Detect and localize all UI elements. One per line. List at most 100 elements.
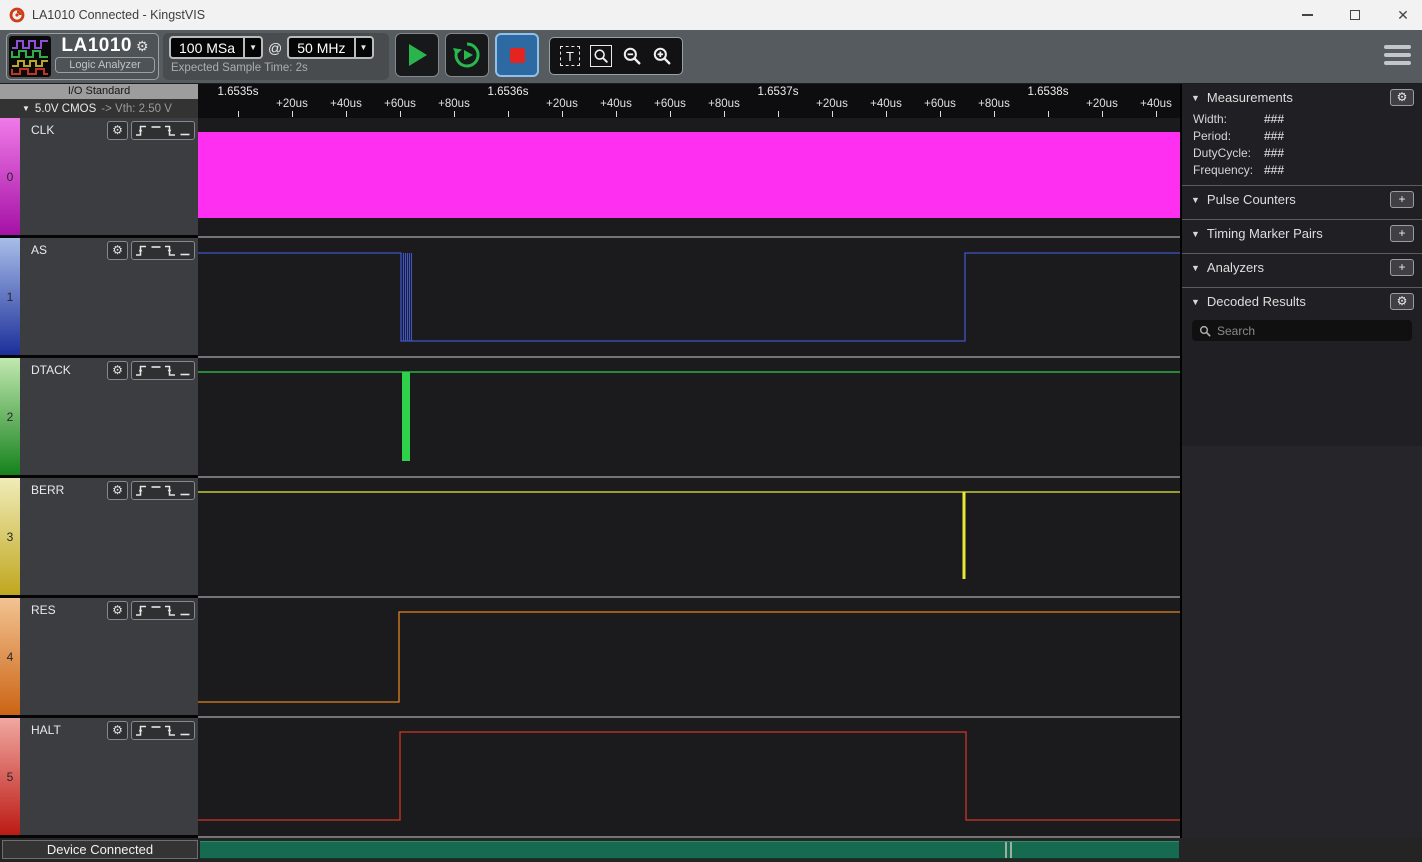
- timeline-label: +20us: [1086, 98, 1118, 110]
- close-button[interactable]: ✕: [1386, 0, 1420, 30]
- channel-settings-gear-icon[interactable]: ⚙: [107, 721, 128, 740]
- channel-settings-gear-icon[interactable]: ⚙: [107, 601, 128, 620]
- channel-header[interactable]: 4 RES ⚙: [0, 598, 198, 718]
- channel-name[interactable]: AS: [31, 243, 47, 257]
- timeline-label: +40us: [1140, 98, 1172, 110]
- decoded-results-header[interactable]: ▼ Decoded Results ⚙: [1182, 288, 1422, 314]
- collapse-triangle-icon[interactable]: ▼: [22, 104, 30, 113]
- maximize-button[interactable]: [1338, 0, 1372, 30]
- loop-play-icon: [452, 40, 482, 70]
- analyzers-header[interactable]: ▼ Analyzers +: [1182, 254, 1422, 280]
- collapse-triangle-icon[interactable]: ▼: [1191, 195, 1200, 205]
- waveform-row-berr[interactable]: [198, 478, 1180, 598]
- decoded-results-list[interactable]: [1182, 446, 1422, 838]
- zoom-in-icon[interactable]: [652, 46, 672, 66]
- stop-capture-button[interactable]: [495, 33, 539, 77]
- trigger-falling-edge-icon[interactable]: [164, 604, 176, 617]
- io-standard-header[interactable]: I/O Standard ▼ 5.0V CMOS -> Vth: 2.50 V: [0, 84, 198, 118]
- collapse-triangle-icon[interactable]: ▼: [1191, 93, 1200, 103]
- add-analyzer-button[interactable]: +: [1390, 259, 1414, 276]
- trigger-high-level-icon[interactable]: [150, 244, 162, 257]
- side-panel: ▼ Measurements ⚙ Width: ### Period: ### …: [1180, 84, 1422, 838]
- trigger-rising-edge-icon[interactable]: [135, 484, 147, 497]
- waveform-row-res[interactable]: [198, 598, 1180, 718]
- collapse-triangle-icon[interactable]: ▼: [1191, 263, 1200, 273]
- device-mode-label[interactable]: Logic Analyzer: [55, 57, 155, 73]
- waveform-row-dtack[interactable]: [198, 358, 1180, 478]
- capture-overview-bar[interactable]: [200, 841, 1179, 859]
- measurements-settings-button[interactable]: ⚙: [1390, 89, 1414, 106]
- trigger-high-level-icon[interactable]: [150, 604, 162, 617]
- minimize-button[interactable]: [1290, 0, 1324, 30]
- measurement-row: Width: ###: [1182, 110, 1422, 127]
- trigger-rising-edge-icon[interactable]: [135, 724, 147, 737]
- chevron-down-icon[interactable]: ▼: [354, 38, 372, 57]
- trigger-falling-edge-icon[interactable]: [164, 724, 176, 737]
- status-bar: Device Connected: [0, 838, 1422, 862]
- search-input[interactable]: [1217, 324, 1387, 338]
- sample-settings-group: 100 MSa ▼ @ 50 MHz ▼ Expected Sample Tim…: [163, 33, 389, 80]
- chevron-down-icon[interactable]: ▼: [243, 38, 261, 57]
- zoom-selection-tool[interactable]: [590, 45, 612, 67]
- trigger-low-level-icon[interactable]: [179, 604, 191, 617]
- channel-name[interactable]: HALT: [31, 723, 61, 737]
- loop-capture-button[interactable]: [445, 33, 489, 77]
- channel-header[interactable]: 3 BERR ⚙: [0, 478, 198, 598]
- trigger-rising-edge-icon[interactable]: [135, 604, 147, 617]
- device-name: LA1010: [61, 35, 132, 57]
- zoom-out-icon[interactable]: [622, 46, 642, 66]
- waveform-row-as[interactable]: [198, 238, 1180, 358]
- measurements-header[interactable]: ▼ Measurements ⚙: [1182, 84, 1422, 110]
- waveform-trace: [198, 598, 1180, 716]
- io-standard-value[interactable]: 5.0V CMOS: [35, 103, 96, 115]
- sample-rate-select[interactable]: 50 MHz ▼: [287, 36, 373, 59]
- trigger-falling-edge-icon[interactable]: [164, 484, 176, 497]
- collapse-triangle-icon[interactable]: ▼: [1191, 229, 1200, 239]
- trigger-falling-edge-icon[interactable]: [164, 244, 176, 257]
- add-pulse-counter-button[interactable]: +: [1390, 191, 1414, 208]
- channel-name[interactable]: DTACK: [31, 363, 71, 377]
- trigger-low-level-icon[interactable]: [179, 484, 191, 497]
- trigger-low-level-icon[interactable]: [179, 724, 191, 737]
- main-area: I/O Standard ▼ 5.0V CMOS -> Vth: 2.50 V …: [0, 84, 1422, 838]
- channel-settings-gear-icon[interactable]: ⚙: [107, 481, 128, 500]
- channel-name[interactable]: BERR: [31, 483, 64, 497]
- trigger-low-level-icon[interactable]: [179, 244, 191, 257]
- pulse-counters-header[interactable]: ▼ Pulse Counters +: [1182, 186, 1422, 212]
- trigger-high-level-icon[interactable]: [150, 364, 162, 377]
- time-ruler[interactable]: 1.6535s+20us+40us+60us+80us1.6536s+20us+…: [198, 84, 1180, 118]
- trigger-falling-edge-icon[interactable]: [164, 124, 176, 137]
- menu-button[interactable]: [1384, 45, 1411, 69]
- channel-header[interactable]: 2 DTACK ⚙: [0, 358, 198, 478]
- channel-header[interactable]: 5 HALT ⚙: [0, 718, 198, 838]
- timing-marker-pairs-header[interactable]: ▼ Timing Marker Pairs +: [1182, 220, 1422, 246]
- channel-name[interactable]: CLK: [31, 123, 54, 137]
- trigger-low-level-icon[interactable]: [179, 124, 191, 137]
- channel-settings-gear-icon[interactable]: ⚙: [107, 241, 128, 260]
- channel-header[interactable]: 0 CLK ⚙: [0, 118, 198, 238]
- trigger-high-level-icon[interactable]: [150, 124, 162, 137]
- trigger-rising-edge-icon[interactable]: [135, 364, 147, 377]
- waveform-row-clk[interactable]: [198, 118, 1180, 238]
- start-capture-button[interactable]: [395, 33, 439, 77]
- trigger-rising-edge-icon[interactable]: [135, 244, 147, 257]
- collapse-triangle-icon[interactable]: ▼: [1191, 297, 1200, 307]
- text-annotation-tool[interactable]: T: [560, 46, 580, 66]
- trigger-high-level-icon[interactable]: [150, 724, 162, 737]
- channel-header[interactable]: 1 AS ⚙: [0, 238, 198, 358]
- channel-settings-gear-icon[interactable]: ⚙: [107, 361, 128, 380]
- waveform-row-halt[interactable]: [198, 718, 1180, 838]
- decoded-results-settings-button[interactable]: ⚙: [1390, 293, 1414, 310]
- trigger-high-level-icon[interactable]: [150, 484, 162, 497]
- device-info-group[interactable]: LA1010 ⚙ Logic Analyzer: [6, 33, 159, 80]
- add-timing-marker-button[interactable]: +: [1390, 225, 1414, 242]
- channel-name[interactable]: RES: [31, 603, 56, 617]
- channel-settings-gear-icon[interactable]: ⚙: [107, 121, 128, 140]
- trigger-low-level-icon[interactable]: [179, 364, 191, 377]
- trigger-rising-edge-icon[interactable]: [135, 124, 147, 137]
- device-settings-gear-icon[interactable]: ⚙: [136, 38, 149, 55]
- decoded-results-search[interactable]: [1192, 320, 1412, 341]
- trigger-falling-edge-icon[interactable]: [164, 364, 176, 377]
- sample-depth-select[interactable]: 100 MSa ▼: [169, 36, 263, 59]
- overview-position-handle[interactable]: [1005, 842, 1012, 858]
